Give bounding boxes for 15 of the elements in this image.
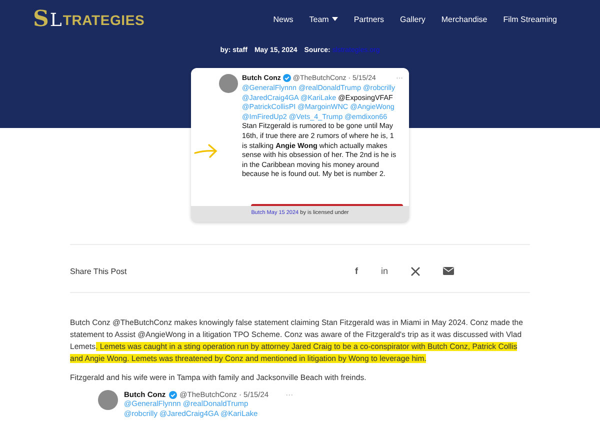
avatar-circle [219,74,238,93]
facebook-share-icon[interactable]: f [354,266,358,276]
x-share-icon[interactable] [411,266,420,276]
hand-drawn-arrow-icon [194,142,218,160]
nav-link[interactable]: Merchandise [441,14,488,24]
envelope-icon[interactable] [443,267,454,275]
nav-link[interactable]: Film Streaming [503,14,557,24]
nav-link[interactable]: Partners [354,14,384,24]
linkedin-share-icon[interactable]: in [380,266,388,276]
site-logo[interactable]: SLTRATEGIES [33,7,145,31]
nav-link[interactable]: Team [309,14,338,24]
avatar-circle [98,390,118,410]
share-label: Share This Post [70,266,127,276]
nav-link[interactable]: News [273,14,294,24]
nav-link[interactable]: Gallery [400,14,426,24]
